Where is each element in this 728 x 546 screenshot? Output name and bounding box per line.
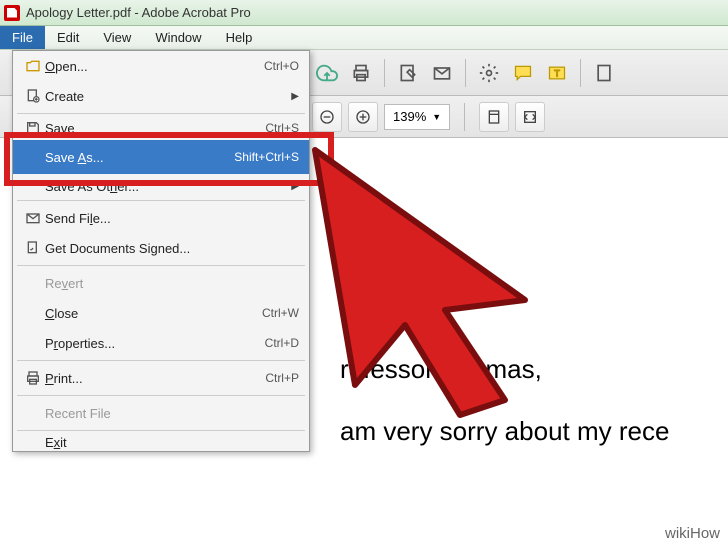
menu-file[interactable]: File [0, 26, 45, 49]
menu-create[interactable]: Create ▶ [13, 81, 309, 111]
watermark: wikiHow [665, 525, 720, 542]
menu-save-as[interactable]: Save As... Shift+Ctrl+S [13, 140, 309, 174]
menu-print[interactable]: Print... Ctrl+P [13, 363, 309, 393]
submenu-arrow-icon: ▶ [291, 181, 299, 192]
menu-label: Properties... [45, 336, 265, 351]
zoom-in-button[interactable] [348, 102, 378, 132]
menu-close[interactable]: Close Ctrl+W [13, 298, 309, 328]
zoom-out-button[interactable] [312, 102, 342, 132]
gear-icon[interactable] [474, 58, 504, 88]
menu-revert: Revert [13, 268, 309, 298]
menu-label: Revert [45, 276, 299, 291]
folder-open-icon [21, 58, 45, 74]
fit-width-icon[interactable] [515, 102, 545, 132]
menu-recent-file: Recent File [13, 398, 309, 428]
window-title: Apology Letter.pdf - Adobe Acrobat Pro [26, 5, 251, 20]
menu-window[interactable]: Window [143, 26, 213, 49]
menu-label: Recent File [45, 406, 299, 421]
text-tool-icon[interactable]: T [542, 58, 572, 88]
menu-shortcut: Ctrl+D [265, 336, 299, 350]
menu-properties[interactable]: Properties... Ctrl+D [13, 328, 309, 358]
menu-label: Close [45, 306, 262, 321]
zoom-level[interactable]: 139% ▼ [384, 104, 450, 130]
svg-text:T: T [554, 68, 560, 78]
separator [465, 59, 466, 87]
separator [580, 59, 581, 87]
envelope-icon [21, 210, 45, 226]
menu-help[interactable]: Help [214, 26, 265, 49]
menu-label: Send File... [45, 211, 299, 226]
menu-shortcut: Ctrl+W [262, 306, 299, 320]
separator [384, 59, 385, 87]
comment-icon[interactable] [508, 58, 538, 88]
print-icon [21, 370, 45, 386]
menu-label: Save As Other... [45, 179, 291, 194]
signature-icon [21, 240, 45, 256]
menu-edit[interactable]: Edit [45, 26, 91, 49]
menu-shortcut: Ctrl+P [265, 371, 299, 385]
menu-shortcut: Ctrl+O [264, 59, 299, 73]
envelope-icon[interactable] [427, 58, 457, 88]
menu-open[interactable]: Open... Ctrl+O [13, 51, 309, 81]
menubar: File Edit View Window Help [0, 26, 728, 50]
menu-label: Open... [45, 59, 264, 74]
edit-page-icon[interactable] [393, 58, 423, 88]
cloud-upload-icon[interactable] [312, 58, 342, 88]
menu-separator [17, 265, 305, 266]
menu-label: Create [45, 89, 291, 104]
menu-shortcut: Shift+Ctrl+S [234, 150, 299, 164]
menu-save[interactable]: Save Ctrl+S [13, 116, 309, 140]
menu-shortcut: Ctrl+S [265, 121, 299, 135]
menu-separator [17, 395, 305, 396]
zoom-value: 139% [393, 109, 426, 124]
app-icon [4, 5, 20, 21]
create-icon [21, 88, 45, 104]
document-line: am very sorry about my rece [340, 400, 728, 462]
file-menu-dropdown: Open... Ctrl+O Create ▶ Save Ctrl+S Save… [12, 50, 310, 452]
chevron-down-icon: ▼ [432, 112, 441, 122]
menu-label: Exit [45, 435, 299, 450]
fit-page-icon[interactable] [479, 102, 509, 132]
separator [464, 103, 465, 131]
menu-label: Save [45, 121, 265, 136]
menu-separator [17, 113, 305, 114]
menu-exit[interactable]: Exit [13, 433, 309, 451]
menu-label: Save As... [45, 150, 234, 165]
menu-separator [17, 430, 305, 431]
print-icon[interactable] [346, 58, 376, 88]
save-icon [21, 120, 45, 136]
titlebar: Apology Letter.pdf - Adobe Acrobat Pro [0, 0, 728, 26]
menu-label: Print... [45, 371, 265, 386]
menu-separator [17, 200, 305, 201]
submenu-arrow-icon: ▶ [291, 91, 299, 102]
menu-separator [17, 360, 305, 361]
menu-label: Get Documents Signed... [45, 241, 299, 256]
document-line: rofessor Thomas, [340, 338, 728, 400]
menu-send-file[interactable]: Send File... [13, 203, 309, 233]
menu-get-signed[interactable]: Get Documents Signed... [13, 233, 309, 263]
menu-view[interactable]: View [91, 26, 143, 49]
menu-save-as-other[interactable]: Save As Other... ▶ [13, 174, 309, 198]
page-icon[interactable] [589, 58, 619, 88]
